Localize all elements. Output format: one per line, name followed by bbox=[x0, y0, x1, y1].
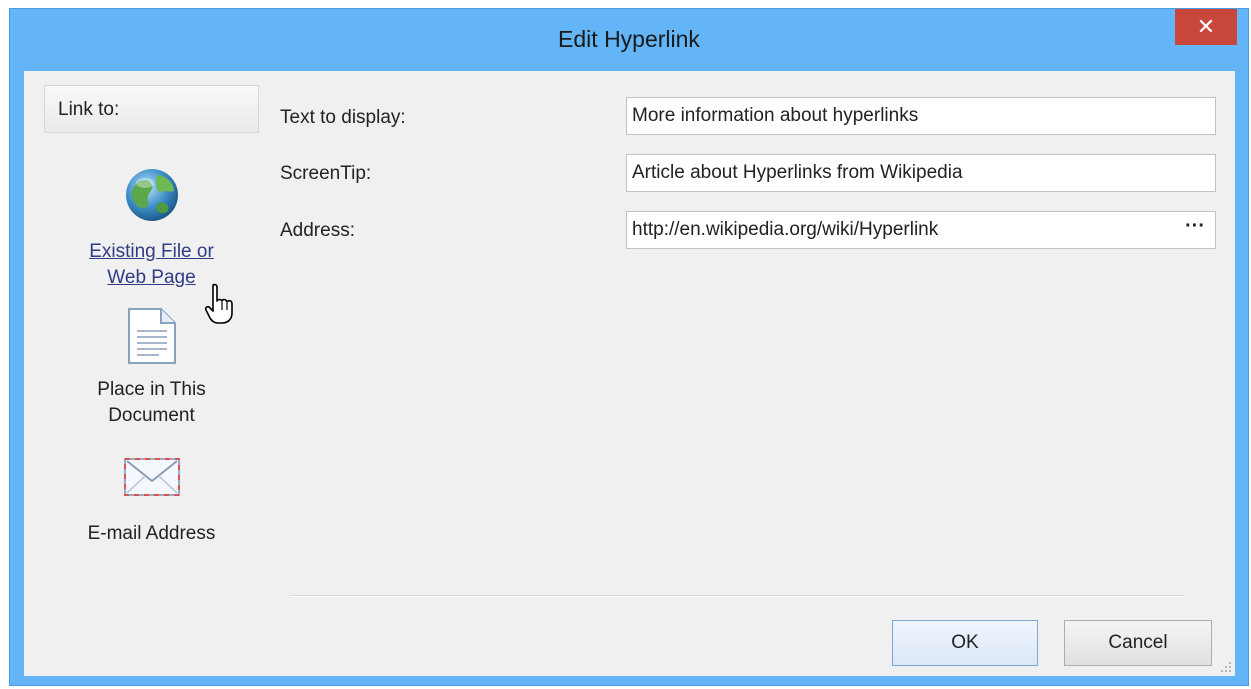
nav-label-line1: Place in This bbox=[97, 379, 206, 400]
ok-button[interactable]: OK bbox=[892, 620, 1038, 666]
nav-place-in-this-document[interactable]: Place in This Document bbox=[44, 307, 259, 429]
link-to-header: Link to: bbox=[44, 85, 259, 133]
envelope-icon bbox=[123, 458, 180, 496]
nav-label-line1: Existing File or bbox=[89, 241, 214, 262]
text-to-display-input[interactable] bbox=[626, 97, 1216, 135]
text-to-display-label: Text to display: bbox=[280, 107, 406, 128]
screentip-input[interactable] bbox=[626, 154, 1216, 192]
resize-grip-icon[interactable] bbox=[1219, 660, 1233, 674]
dialog-title: Edit Hyperlink bbox=[558, 26, 700, 52]
close-icon: ✕ bbox=[1196, 14, 1216, 39]
nav-label-line2: Document bbox=[108, 405, 195, 426]
nav-existing-file-or-web-page[interactable]: Existing File or Web Page bbox=[44, 167, 259, 291]
close-button[interactable]: ✕ bbox=[1175, 9, 1237, 45]
hand-cursor-icon bbox=[204, 283, 233, 324]
browse-button[interactable]: ··· bbox=[1178, 215, 1212, 245]
document-icon bbox=[127, 308, 176, 364]
nav-email-address[interactable]: E-mail Address bbox=[44, 455, 259, 547]
nav-label-line1: E-mail Address bbox=[87, 523, 216, 544]
globe-icon bbox=[125, 169, 178, 221]
address-input[interactable] bbox=[626, 211, 1216, 249]
address-label: Address: bbox=[280, 220, 355, 241]
edit-hyperlink-dialog: Edit Hyperlink ✕ Link to: Existing File … bbox=[9, 8, 1249, 686]
title-bar[interactable]: Edit Hyperlink ✕ bbox=[10, 9, 1248, 71]
cancel-button[interactable]: Cancel bbox=[1064, 620, 1212, 666]
dialog-body: Link to: Existing File or Web Page Place… bbox=[24, 71, 1235, 676]
separator bbox=[290, 595, 1185, 597]
screentip-label: ScreenTip: bbox=[280, 163, 372, 184]
